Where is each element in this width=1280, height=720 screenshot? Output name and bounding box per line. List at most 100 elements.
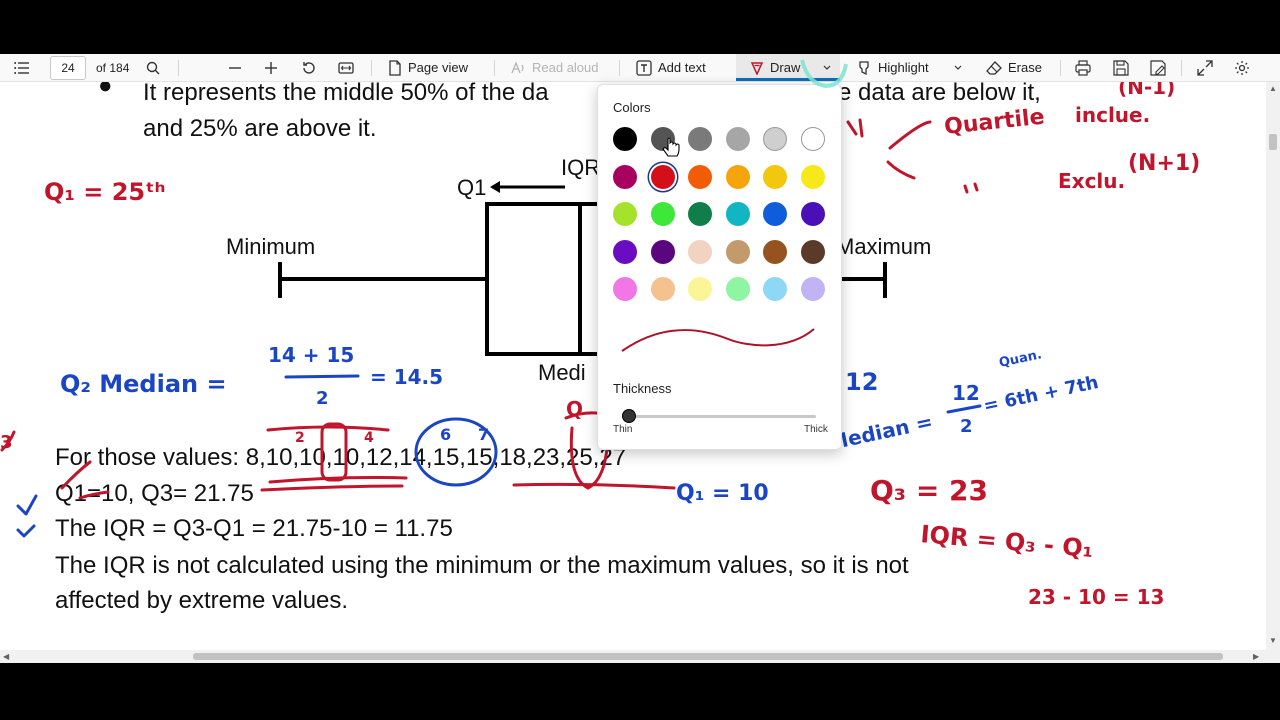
color-swatch[interactable] (725, 164, 750, 189)
color-swatch[interactable] (725, 127, 750, 151)
ink-inclus: inclue. (1075, 103, 1150, 127)
page-view-icon (389, 59, 401, 76)
toolbar-divider (619, 60, 620, 76)
ink-circle-14-15 (414, 417, 498, 487)
thickness-slider-knob[interactable] (622, 409, 636, 423)
settings-gear-icon[interactable] (1234, 54, 1250, 81)
full-screen-icon[interactable] (1197, 54, 1213, 81)
add-text-icon (636, 59, 652, 76)
scroll-up-icon[interactable]: ▲ (1269, 84, 1277, 93)
ink-quan: Quan. (998, 347, 1043, 371)
color-swatch[interactable] (688, 239, 712, 264)
ink-calc: 23 - 10 = 13 (1028, 585, 1164, 609)
highlight-button[interactable]: Highlight (856, 54, 929, 81)
horizontal-scrollbar[interactable]: ◀ ▶ (0, 650, 1266, 663)
page-number-input[interactable]: 24 (50, 56, 86, 80)
color-swatch[interactable] (763, 127, 787, 151)
color-swatch[interactable] (650, 239, 675, 264)
vertical-scroll-thumb[interactable] (1269, 134, 1277, 150)
color-swatch[interactable] (763, 277, 787, 301)
ink-exclus: Exclu. (1058, 169, 1125, 193)
color-swatch[interactable] (725, 239, 750, 264)
color-swatch[interactable] (613, 277, 637, 301)
page-view-button[interactable]: Page view (388, 54, 468, 81)
color-swatch[interactable] (613, 239, 637, 264)
color-swatch[interactable] (613, 127, 637, 151)
color-swatch[interactable] (688, 164, 712, 189)
ink-ticks (963, 182, 979, 194)
ink-overline (266, 425, 390, 432)
rotate-icon[interactable] (301, 54, 317, 81)
color-swatch[interactable] (688, 202, 712, 226)
ink-fraction-bar (284, 374, 360, 379)
color-swatch[interactable] (800, 127, 825, 151)
color-swatch[interactable] (800, 239, 825, 264)
color-swatch[interactable] (763, 164, 787, 189)
highlight-label: Highlight (878, 60, 929, 75)
ink-median-result: = 6th + 7th (982, 372, 1101, 417)
color-swatch[interactable] (613, 164, 637, 189)
color-swatch[interactable] (613, 202, 637, 226)
eraser-icon (986, 60, 1002, 75)
color-swatch[interactable] (763, 202, 787, 226)
ink-quartile: Quartile (943, 105, 1046, 140)
scroll-down-icon[interactable]: ▼ (1269, 636, 1277, 645)
color-swatch[interactable] (650, 277, 675, 301)
toolbar-divider (1060, 60, 1061, 76)
add-text-button[interactable]: Add text (636, 54, 706, 81)
color-swatch[interactable] (688, 277, 712, 301)
search-icon[interactable] (146, 54, 160, 81)
thickness-heading: Thickness (613, 381, 672, 396)
vertical-scrollbar[interactable]: ▲ ▼ (1266, 82, 1280, 650)
ink-index-2: 2 (295, 430, 305, 446)
ink-index-4: 4 (364, 430, 374, 446)
horizontal-scroll-thumb[interactable] (193, 653, 1223, 660)
ink-iqr-eq: IQR = Q₃ - Q₁ (919, 520, 1094, 563)
ink-median-bar (946, 404, 982, 414)
ink-check-blue-1 (16, 494, 38, 516)
zoom-out-icon[interactable] (228, 54, 242, 81)
save-icon[interactable] (1113, 54, 1129, 81)
ink-q3-eq: Q₃ = 23 (870, 474, 988, 507)
erase-label: Erase (1008, 60, 1042, 75)
color-swatch[interactable] (800, 202, 825, 226)
ink-fraction-top: 14 + 15 (268, 343, 354, 367)
page-view-label: Page view (408, 60, 468, 75)
bottom-letterbox (0, 663, 1280, 720)
contents-icon[interactable] (14, 54, 30, 81)
color-swatch[interactable] (725, 202, 750, 226)
ink-q1-eq: Q₁ = 10 (676, 481, 769, 506)
color-swatch[interactable] (800, 277, 825, 301)
ink-underline-b (260, 484, 404, 492)
print-icon[interactable] (1075, 54, 1091, 81)
save-as-icon[interactable] (1150, 54, 1166, 81)
color-swatch[interactable] (650, 164, 675, 189)
zoom-in-icon[interactable] (264, 54, 278, 81)
ink-twelve: 12 (845, 368, 878, 396)
scrollbar-corner (1266, 650, 1280, 663)
color-swatch[interactable] (650, 202, 675, 226)
ink-check-1 (60, 460, 110, 500)
ink-n-minus-1: (N-1) (1118, 82, 1175, 99)
fit-page-icon[interactable] (338, 54, 354, 81)
color-swatch[interactable] (800, 164, 825, 189)
erase-button[interactable]: Erase (986, 54, 1042, 81)
toolbar-divider (178, 60, 179, 76)
stroke-preview (621, 328, 815, 352)
color-swatch[interactable] (763, 239, 787, 264)
color-swatch[interactable] (688, 127, 712, 151)
toolbar-divider (371, 60, 372, 76)
highlight-options-chevron-icon[interactable] (953, 54, 963, 81)
hand-cursor-icon (662, 137, 680, 157)
thickness-slider-track[interactable] (622, 415, 816, 418)
ink-n-plus-1: (N+1) (1128, 151, 1200, 176)
scroll-right-icon[interactable]: ▶ (1253, 652, 1259, 661)
thick-label: Thick (804, 424, 828, 435)
draw-button[interactable]: Draw (750, 54, 800, 81)
read-aloud-icon (511, 60, 524, 73)
ink-fraction-result: = 14.5 (370, 365, 443, 389)
read-aloud-button[interactable]: Read aloud (510, 54, 599, 81)
color-swatch[interactable] (725, 277, 750, 301)
scroll-left-icon[interactable]: ◀ (3, 652, 9, 661)
page-total: of 184 (96, 60, 130, 75)
